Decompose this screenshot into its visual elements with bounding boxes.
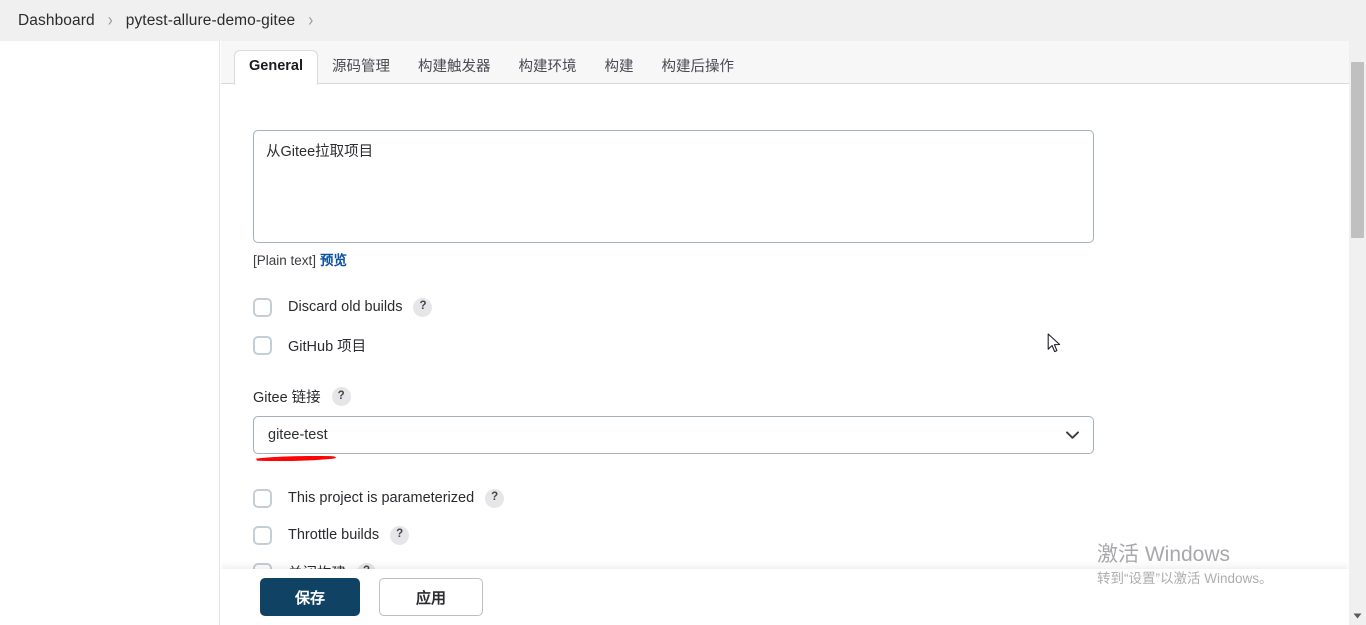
checkbox-github-project[interactable]: [253, 335, 272, 355]
general-form-card: [Plain text]预览 Discard old builds ? GitH…: [221, 83, 1349, 625]
markup-format-row: [Plain text] 预览: [253, 249, 347, 269]
checkbox-label-throttle-builds[interactable]: Throttle builds: [288, 527, 379, 543]
help-icon-gitee-link[interactable]: ?: [331, 387, 351, 406]
tab-source-code-management[interactable]: 源码管理: [318, 52, 404, 85]
app-root: Dashboard › pytest-allure-demo-gitee › G…: [0, 0, 1366, 625]
help-icon-project-parameterized[interactable]: ?: [485, 488, 505, 508]
breadcrumb: Dashboard › pytest-allure-demo-gitee ›: [0, 0, 1366, 41]
left-rail: [0, 41, 220, 625]
page-body: General 源码管理 构建触发器 构建环境 构建 构建后操作 [Plain …: [0, 41, 1366, 625]
breadcrumb-separator-icon: ›: [107, 9, 113, 32]
tab-build-triggers[interactable]: 构建触发器: [404, 52, 505, 85]
save-button[interactable]: 保存: [260, 578, 360, 616]
gitee-link-selected-value: gitee-test: [268, 427, 328, 443]
tab-post-build-actions[interactable]: 构建后操作: [648, 52, 749, 85]
checkbox-row-throttle-builds[interactable]: Throttle builds ?: [253, 523, 410, 547]
markup-format-label: [Plain text]: [253, 253, 317, 268]
gitee-link-label-row: Gitee 链接 ?: [253, 386, 351, 407]
scroll-down-arrow-icon[interactable]: [1349, 607, 1366, 625]
breadcrumb-item-job[interactable]: pytest-allure-demo-gitee: [126, 12, 296, 30]
breadcrumb-item-dashboard[interactable]: Dashboard: [18, 12, 95, 30]
tab-build[interactable]: 构建: [591, 52, 648, 85]
red-annotation-underline: [256, 455, 336, 462]
chevron-down-icon: [1066, 431, 1079, 439]
checkbox-discard-old-builds[interactable]: [253, 297, 272, 317]
breadcrumb-separator-trailing-icon: ›: [308, 9, 314, 32]
config-content-pane: General 源码管理 构建触发器 构建环境 构建 构建后操作 [Plain …: [221, 41, 1349, 625]
help-icon-throttle-builds[interactable]: ?: [390, 525, 410, 545]
inner-scroll-gutter[interactable]: [1334, 41, 1349, 625]
tab-build-environment[interactable]: 构建环境: [505, 52, 591, 85]
window-scrollbar[interactable]: [1349, 41, 1366, 625]
checkbox-row-github-project[interactable]: GitHub 项目: [253, 333, 366, 357]
tab-general[interactable]: General: [234, 49, 318, 85]
help-icon-discard-old-builds[interactable]: ?: [413, 297, 433, 317]
checkbox-project-parameterized[interactable]: [253, 488, 272, 508]
config-tab-strip: General 源码管理 构建触发器 构建环境 构建 构建后操作: [221, 46, 1349, 85]
checkbox-throttle-builds[interactable]: [253, 525, 272, 545]
preview-link[interactable]: 预览: [320, 253, 347, 268]
checkbox-row-project-parameterized[interactable]: This project is parameterized ?: [253, 486, 505, 510]
apply-button[interactable]: 应用: [379, 578, 483, 616]
gitee-link-select[interactable]: gitee-test: [253, 416, 1094, 454]
checkbox-label-github-project[interactable]: GitHub 项目: [288, 335, 366, 356]
gitee-link-label: Gitee 链接: [253, 390, 321, 406]
description-textarea[interactable]: [253, 130, 1094, 243]
checkbox-label-discard-old-builds[interactable]: Discard old builds: [288, 299, 402, 315]
window-scrollbar-thumb[interactable]: [1351, 62, 1364, 238]
form-action-bar: 保存 应用: [221, 569, 1349, 625]
checkbox-label-project-parameterized[interactable]: This project is parameterized: [288, 490, 474, 506]
checkbox-row-discard-old-builds[interactable]: Discard old builds ?: [253, 295, 433, 319]
